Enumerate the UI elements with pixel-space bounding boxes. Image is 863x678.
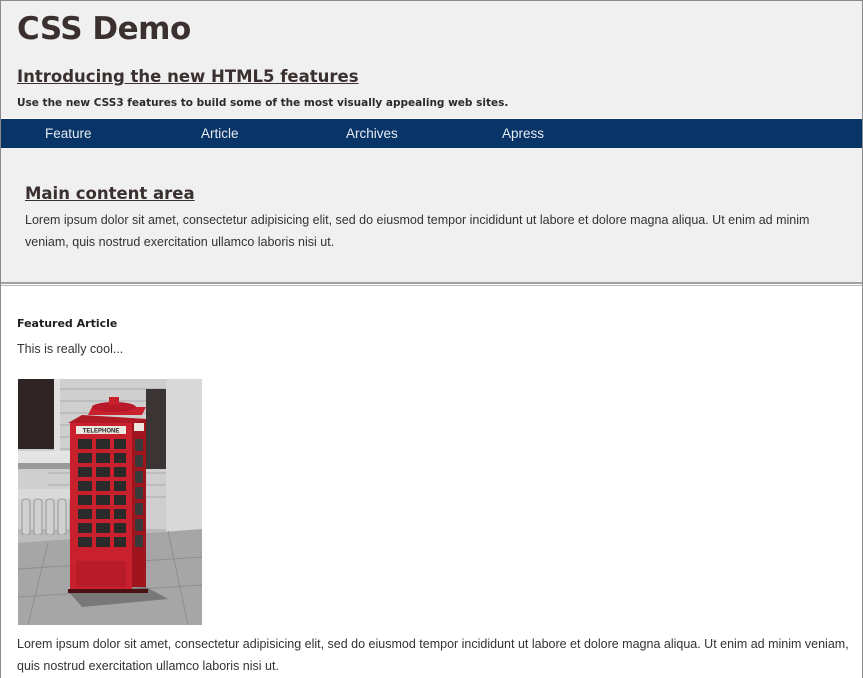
page: CSS Demo Introducing the new HTML5 featu… xyxy=(0,0,863,678)
main-content-section: Main content area Lorem ipsum dolor sit … xyxy=(1,148,862,284)
telephone-box-photo: TELEPHONE xyxy=(18,379,202,625)
site-tagline: Use the new CSS3 features to build some … xyxy=(17,97,509,109)
telephone-sign-text: TELEPHONE xyxy=(83,429,120,435)
article-body: Lorem ipsum dolor sit amet, consectetur … xyxy=(17,637,849,673)
main-content-heading: Main content area xyxy=(25,184,195,203)
nav-item-archives[interactable]: Archives xyxy=(346,119,398,148)
nav-item-article[interactable]: Article xyxy=(201,119,239,148)
site-title: CSS Demo xyxy=(17,11,191,47)
main-nav: Feature Article Archives Apress xyxy=(1,119,862,148)
article-heading: Featured Article xyxy=(17,317,118,330)
site-subtitle: Introducing the new HTML5 features xyxy=(17,67,359,86)
nav-item-apress[interactable]: Apress xyxy=(502,119,544,148)
nav-item-feature[interactable]: Feature xyxy=(45,119,92,148)
main-content-text: Lorem ipsum dolor sit amet, consectetur … xyxy=(25,213,810,249)
featured-article: Featured Article This is really cool... xyxy=(1,285,862,678)
site-header: CSS Demo Introducing the new HTML5 featu… xyxy=(1,1,862,118)
article-intro: This is really cool... xyxy=(17,342,124,356)
